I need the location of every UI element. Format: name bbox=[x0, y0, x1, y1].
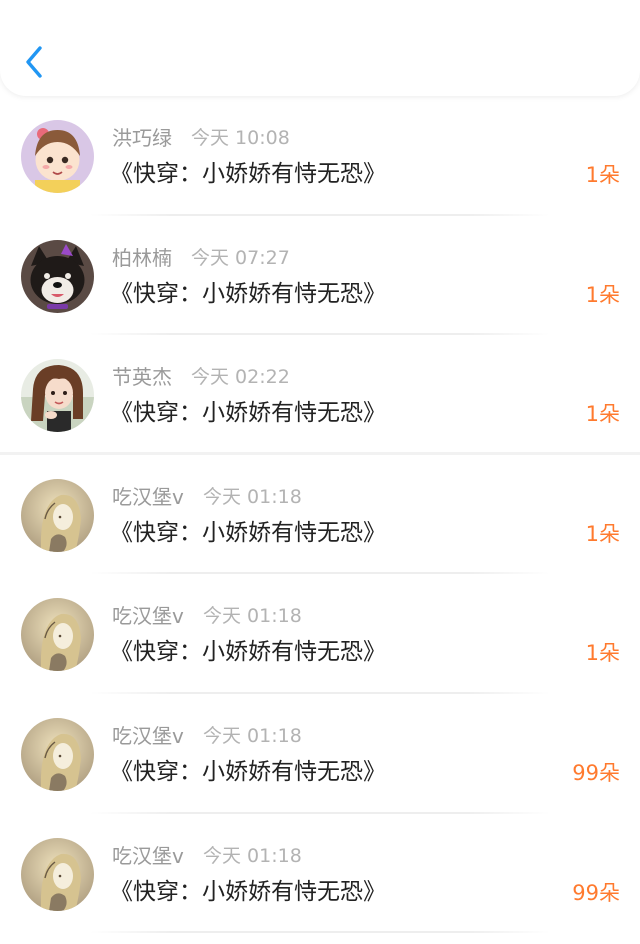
book-title: 《快穿：小娇娇有恃无恐》 bbox=[110, 878, 386, 905]
chevron-left-icon bbox=[26, 46, 42, 78]
list-item[interactable]: 洪巧绿 今天 10:08 《快穿：小娇娇有恃无恐》 1朵 bbox=[0, 96, 640, 216]
list-item[interactable]: 吃汉堡v 今天 01:18 《快穿：小娇娇有恃无恐》 1朵 bbox=[0, 574, 640, 694]
book-title: 《快穿：小娇娇有恃无恐》 bbox=[110, 758, 386, 785]
avatar[interactable] bbox=[21, 359, 94, 433]
sketch-girl-avatar-icon bbox=[21, 717, 94, 791]
gift-amount: 1朵 bbox=[585, 521, 620, 546]
gift-amount: 1朵 bbox=[585, 402, 620, 427]
photo-girl-avatar-icon bbox=[21, 359, 94, 433]
sent-time: 今天 10:08 bbox=[191, 127, 290, 149]
row-divider bbox=[90, 931, 550, 934]
avatar[interactable] bbox=[21, 239, 94, 313]
gift-amount: 1朵 bbox=[585, 163, 620, 187]
book-title: 《快穿：小娇娇有恃无恐》 bbox=[110, 519, 386, 546]
back-button[interactable] bbox=[14, 38, 58, 86]
sketch-girl-avatar-icon bbox=[21, 598, 94, 672]
list-item[interactable]: 吃汉堡v 今天 01:18 《快穿：小娇娇有恃无恐》 1朵 bbox=[0, 455, 640, 575]
list-item[interactable]: 吃汉堡v 今天 01:18 《快穿：小娇娇有恃无恐》 99朵 bbox=[0, 694, 640, 814]
avatar[interactable] bbox=[21, 598, 94, 672]
gift-amount: 99朵 bbox=[572, 880, 620, 905]
sender-name: 吃汉堡v bbox=[112, 484, 184, 509]
book-title: 《快穿：小娇娇有恃无恐》 bbox=[110, 280, 386, 307]
avatar[interactable] bbox=[21, 478, 94, 552]
list-item[interactable]: 节英杰 今天 02:22 《快穿：小娇娇有恃无恐》 1朵 bbox=[0, 335, 640, 455]
top-nav-bar bbox=[0, 0, 640, 96]
sender-name: 柏林楠 bbox=[112, 245, 172, 270]
sent-time: 今天 07:27 bbox=[191, 246, 290, 269]
sender-name: 洪巧绿 bbox=[112, 126, 172, 150]
sketch-girl-avatar-icon bbox=[21, 837, 94, 911]
gift-record-list: 洪巧绿 今天 10:08 《快穿：小娇娇有恃无恐》 1朵 柏林楠 今天 07:2… bbox=[0, 96, 640, 934]
sent-time: 今天 01:18 bbox=[203, 605, 302, 628]
gift-records-page: 洪巧绿 今天 10:08 《快穿：小娇娇有恃无恐》 1朵 柏林楠 今天 07:2… bbox=[0, 0, 640, 944]
book-title: 《快穿：小娇娇有恃无恐》 bbox=[110, 639, 386, 666]
sent-time: 今天 02:22 bbox=[191, 366, 290, 389]
avatar[interactable] bbox=[21, 120, 94, 193]
avatar[interactable] bbox=[21, 837, 94, 911]
book-title: 《快穿：小娇娇有恃无恐》 bbox=[110, 161, 386, 187]
sender-name: 吃汉堡v bbox=[112, 604, 184, 629]
sent-time: 今天 01:18 bbox=[203, 844, 302, 867]
gift-amount: 99朵 bbox=[572, 760, 620, 785]
gift-amount: 1朵 bbox=[585, 641, 620, 666]
avatar[interactable] bbox=[21, 717, 94, 791]
sent-time: 今天 01:18 bbox=[203, 724, 302, 747]
cartoon-girl-avatar-icon bbox=[21, 120, 94, 193]
sender-name: 节英杰 bbox=[112, 365, 172, 390]
sent-time: 今天 01:18 bbox=[203, 485, 302, 508]
sketch-girl-avatar-icon bbox=[21, 478, 94, 552]
list-item[interactable]: 吃汉堡v 今天 01:18 《快穿：小娇娇有恃无恐》 99朵 bbox=[0, 814, 640, 934]
sender-name: 吃汉堡v bbox=[112, 723, 184, 748]
dog-avatar-icon bbox=[21, 239, 94, 313]
gift-amount: 1朵 bbox=[585, 282, 620, 307]
list-item[interactable]: 柏林楠 今天 07:27 《快穿：小娇娇有恃无恐》 1朵 bbox=[0, 216, 640, 336]
sender-name: 吃汉堡v bbox=[112, 843, 184, 868]
book-title: 《快穿：小娇娇有恃无恐》 bbox=[110, 400, 386, 427]
